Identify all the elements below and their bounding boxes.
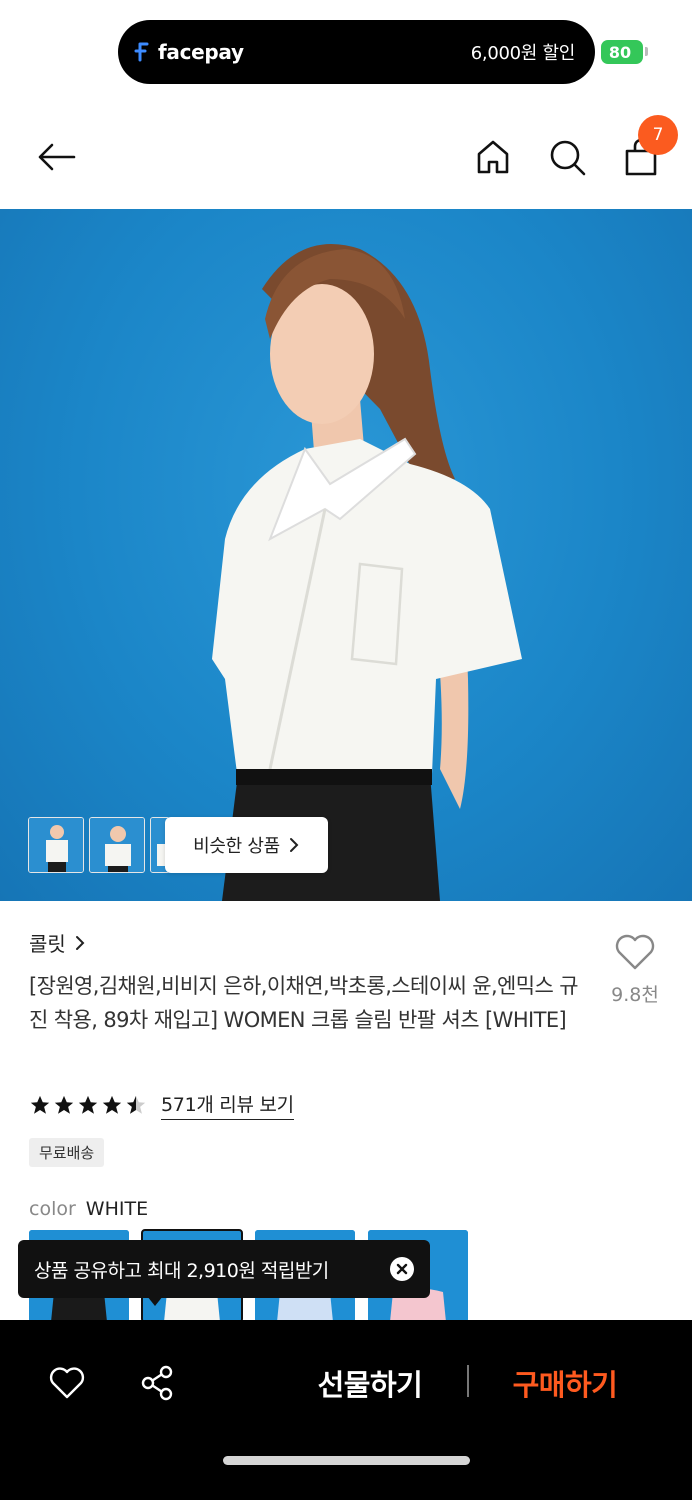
facepay-banner[interactable]: facepay 6,000원 할인	[118, 20, 595, 84]
rating-row: 571개 리뷰 보기	[29, 1090, 294, 1120]
star-filled-icon	[102, 1095, 122, 1114]
cart-count-badge: 7	[638, 115, 678, 155]
battery-level: 80	[608, 42, 632, 62]
color-label: color	[29, 1198, 76, 1220]
back-button[interactable]	[30, 134, 82, 180]
search-button[interactable]	[544, 134, 590, 180]
share-reward-tooltip: 상품 공유하고 최대 2,910원 적립받기	[18, 1240, 430, 1298]
share-button[interactable]	[134, 1360, 180, 1406]
battery-tip	[645, 47, 648, 56]
color-value: WHITE	[85, 1198, 149, 1220]
wishlist-toggle[interactable]: 9.8천	[600, 932, 670, 1007]
product-title: [장원영,김채원,비비지 은하,이채연,박초롱,스테이씨 윤,엔믹스 규진 착용…	[29, 974, 579, 1032]
similar-products-button[interactable]: 비슷한 상품	[165, 817, 328, 873]
similar-products-label: 비슷한 상품	[193, 836, 280, 857]
wishlist-button[interactable]	[44, 1360, 90, 1406]
reviews-link[interactable]: 571개 리뷰 보기	[161, 1090, 294, 1120]
home-icon	[477, 140, 509, 174]
heart-outline-icon	[49, 1367, 85, 1399]
tooltip-tail	[147, 1296, 163, 1306]
home-indicator[interactable]	[223, 1456, 470, 1465]
brand-link[interactable]: 콜릿	[29, 928, 86, 957]
product-image[interactable]: 비슷한 상품	[0, 209, 692, 901]
image-thumbnail[interactable]	[28, 817, 84, 873]
battery-indicator: 80	[601, 40, 643, 64]
image-thumbnail[interactable]	[89, 817, 145, 873]
arrow-left-icon	[38, 143, 76, 171]
brand-name: 콜릿	[29, 932, 66, 956]
color-option-label: color WHITE	[29, 1198, 148, 1220]
gift-button[interactable]: 선물하기	[300, 1360, 440, 1406]
star-half-icon	[126, 1095, 146, 1114]
heart-outline-icon	[615, 934, 655, 970]
button-divider	[467, 1365, 469, 1397]
buy-button[interactable]: 구매하기	[495, 1360, 635, 1406]
facepay-brand: facepay	[158, 40, 244, 64]
search-icon	[550, 140, 586, 176]
chevron-right-icon	[75, 935, 85, 950]
facepay-icon	[134, 42, 149, 62]
share-reward-message: 상품 공유하고 최대 2,910원 적립받기	[34, 1259, 329, 1282]
chevron-right-icon	[289, 838, 299, 852]
star-filled-icon	[78, 1095, 98, 1114]
facepay-logo: facepay	[132, 40, 244, 64]
home-button[interactable]	[470, 134, 516, 180]
free-shipping-badge: 무료배송	[29, 1138, 105, 1167]
star-filled-icon	[54, 1095, 74, 1114]
image-thumbnails	[28, 817, 170, 873]
product-photo-illustration	[212, 244, 522, 901]
close-icon	[396, 1263, 408, 1275]
share-icon	[141, 1365, 173, 1401]
star-filled-icon	[30, 1095, 50, 1114]
wishlist-count: 9.8천	[611, 984, 659, 1006]
tooltip-close-button[interactable]	[390, 1257, 414, 1281]
facepay-discount: 6,000원 할인	[470, 43, 576, 64]
bottom-action-bar: 선물하기 구매하기	[0, 1320, 692, 1500]
